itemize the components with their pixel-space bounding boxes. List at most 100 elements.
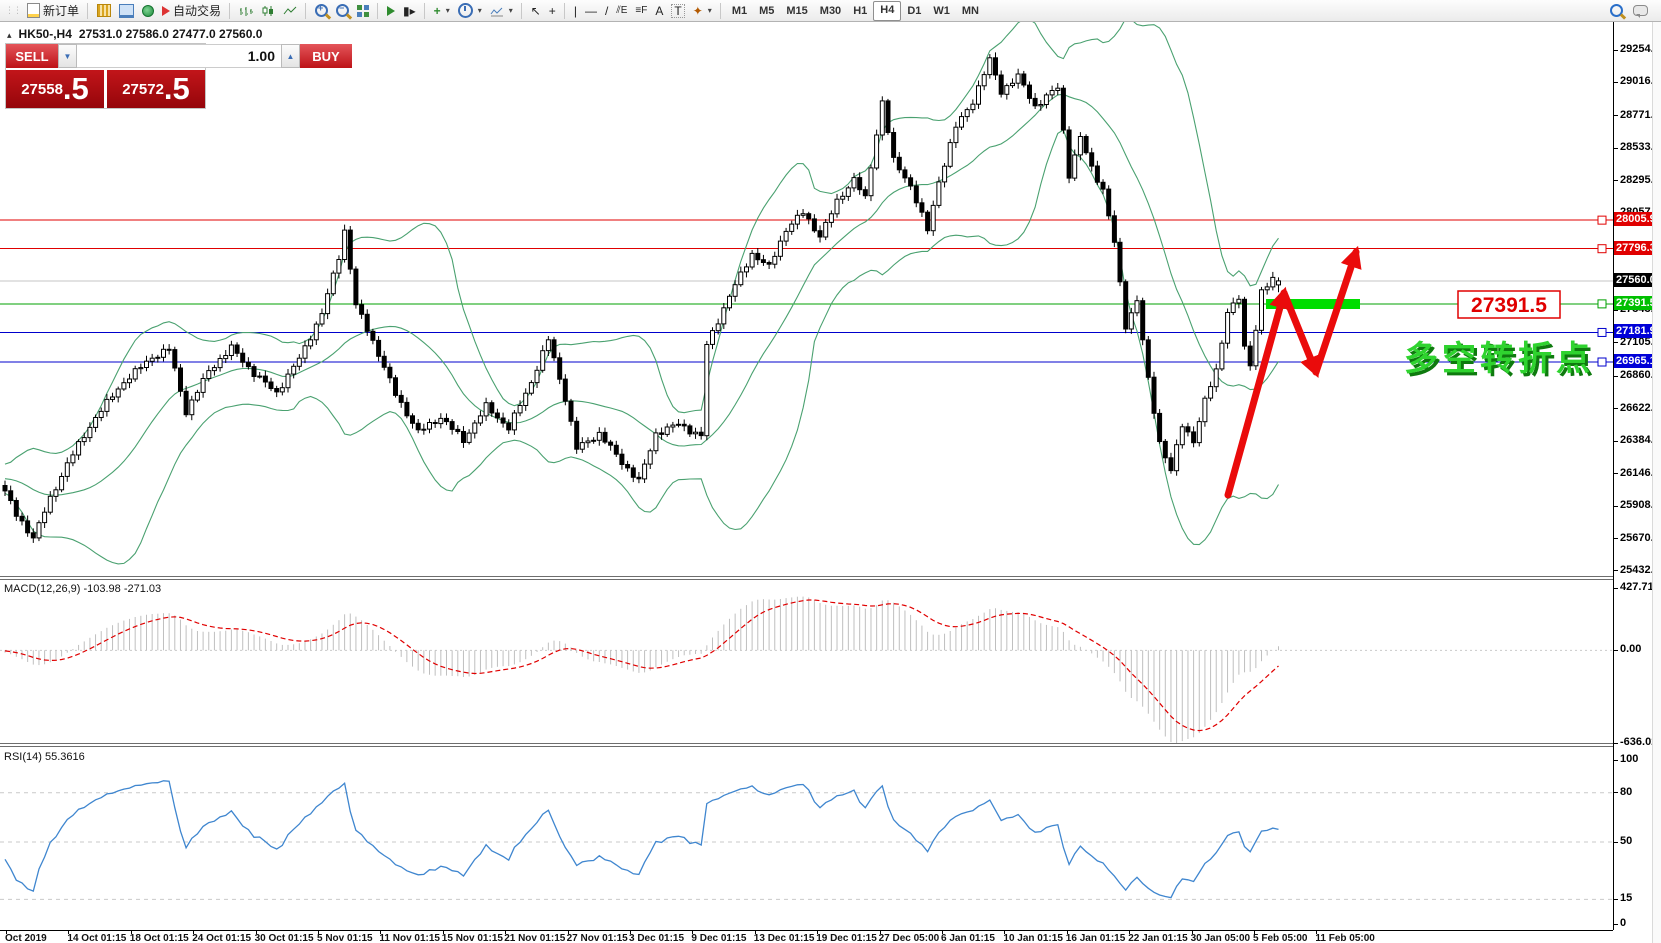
fibonacci-icon: ≡F: [635, 5, 647, 17]
pane-separator[interactable]: [0, 576, 1613, 577]
toolbar-separator: [377, 3, 379, 19]
crosshair-tool-button[interactable]: +: [545, 2, 560, 20]
zoom-in-button[interactable]: +: [311, 2, 332, 20]
indicators-button[interactable]: ▾: [486, 2, 517, 20]
charts-button[interactable]: [93, 2, 115, 20]
axis-tick-mark: [1614, 473, 1618, 474]
profiles-button[interactable]: ▾: [454, 2, 486, 20]
chart-shift-button[interactable]: ▮▸: [399, 2, 420, 20]
line-anchor-handle[interactable]: [1598, 245, 1606, 253]
terminal-button[interactable]: [115, 2, 138, 20]
date-label: 30 Jan 05:00: [1191, 933, 1251, 943]
axis-tick-mark: [1614, 180, 1618, 181]
vertical-line-icon: |: [574, 5, 577, 17]
main-chart-canvas[interactable]: 27391.5多空转折点多空转折点: [0, 22, 1613, 576]
chevron-down-icon: ▾: [446, 6, 450, 15]
timeframe-M15[interactable]: M15: [780, 2, 813, 20]
new-chart-button[interactable]: +▾: [430, 2, 454, 20]
rsi-pane-canvas[interactable]: [0, 748, 1613, 928]
timeframe-H1[interactable]: H1: [847, 2, 873, 20]
cursor-tool-button[interactable]: ↖: [527, 2, 545, 20]
sell-price: 27558: [21, 81, 63, 98]
timeframe-W1[interactable]: W1: [927, 2, 956, 20]
trendline-tool-button[interactable]: /: [601, 2, 612, 20]
trend-zigzag-arrows[interactable]: [1228, 252, 1356, 495]
horizontal-line-tool-button[interactable]: —: [581, 2, 601, 20]
candlestick-icon: [261, 5, 275, 17]
volume-input[interactable]: [77, 44, 281, 68]
channel-tool-button[interactable]: ⫽E: [612, 2, 631, 20]
rsi-label: RSI(14) 55.3616: [4, 751, 85, 763]
macd-pane-canvas[interactable]: [0, 580, 1613, 743]
volume-decrease-button[interactable]: ▼: [58, 44, 77, 68]
bar-chart-mode-button[interactable]: [235, 2, 257, 20]
date-label: 21 Nov 01:15: [504, 933, 565, 943]
timeframe-M30[interactable]: M30: [814, 2, 847, 20]
vertical-line-tool-button[interactable]: |: [570, 2, 581, 20]
axis-tick-mark: [1614, 115, 1618, 116]
date-label: 24 Oct 01:15: [192, 933, 251, 943]
tile-windows-button[interactable]: [353, 2, 373, 20]
new-order-label: 新订单: [43, 2, 79, 19]
axis-tick-mark: [1614, 570, 1618, 571]
date-axis[interactable]: Oct 201914 Oct 01:1518 Oct 01:1524 Oct 0…: [0, 930, 1613, 943]
toolbar-separator: [424, 3, 426, 19]
signals-button[interactable]: [138, 2, 158, 20]
sell-price-fraction: .5: [63, 74, 89, 104]
axis-tick-mark: [1614, 924, 1618, 925]
search-icon[interactable]: [1610, 4, 1623, 17]
chart-title: ▴ HK50-,H4 27531.0 27586.0 27477.0 27560…: [7, 27, 262, 41]
turning-point-label[interactable]: 多空转折点: [1404, 340, 1594, 378]
timeframe-M5[interactable]: M5: [753, 2, 780, 20]
pane-separator[interactable]: [0, 743, 1613, 744]
line-chart-icon: [283, 5, 297, 17]
pane-separator: [0, 746, 1613, 747]
sell-button[interactable]: SELL: [6, 44, 58, 68]
horizontal-level-lines[interactable]: [0, 216, 1613, 366]
line-anchor-handle[interactable]: [1598, 358, 1606, 366]
line-anchor-handle[interactable]: [1598, 216, 1606, 224]
rsi-axis-label: 100: [1620, 753, 1638, 765]
chat-icon[interactable]: [1633, 5, 1648, 16]
text-tool-button[interactable]: A: [651, 2, 667, 20]
zoom-out-button[interactable]: −: [332, 2, 353, 20]
date-label: 22 Jan 01:15: [1128, 933, 1188, 943]
arrows-tool-button[interactable]: ✦▾: [689, 2, 716, 20]
new-order-button[interactable]: 新订单: [23, 2, 83, 20]
line-anchor-handle[interactable]: [1598, 328, 1606, 336]
date-label: Oct 2019: [5, 933, 47, 943]
line-chart-mode-button[interactable]: [279, 2, 301, 20]
axis-tick-mark: [1614, 82, 1618, 83]
charts-icon: [97, 4, 111, 17]
buy-button[interactable]: BUY: [300, 44, 352, 68]
date-label: 10 Jan 01:15: [1003, 933, 1063, 943]
timeframe-H4[interactable]: H4: [873, 1, 901, 21]
axis-tick-mark: [1614, 650, 1618, 651]
date-label: 15 Nov 01:15: [442, 933, 503, 943]
rsi-axis-label: 0: [1620, 917, 1626, 929]
axis-tick-mark: [1614, 899, 1618, 900]
date-label: 11 Feb 05:00: [1315, 933, 1374, 943]
buy-price-box[interactable]: 27572 .5: [107, 70, 205, 108]
candlestick-mode-button[interactable]: [257, 2, 279, 20]
line-anchor-handle[interactable]: [1598, 300, 1606, 308]
chart-window: 27391.5多空转折点多空转折点 ▴ HK50-,H4 27531.0 275…: [0, 22, 1661, 943]
axis-tick-mark: [1614, 408, 1618, 409]
autotrading-button[interactable]: 自动交易: [158, 2, 225, 20]
timeframe-D1[interactable]: D1: [901, 2, 927, 20]
macd-axis-label: 0.00: [1620, 643, 1641, 655]
fibonacci-tool-button[interactable]: ≡F: [631, 2, 651, 20]
auto-scroll-button[interactable]: [383, 2, 399, 20]
date-label: 13 Dec 01:15: [754, 933, 815, 943]
label-tool-button[interactable]: T: [667, 2, 688, 20]
timeframe-M1[interactable]: M1: [726, 2, 753, 20]
toolbar: ⋮⋮ 新订单 自动交易 + − ▮▸ +▾ ▾: [0, 0, 1661, 22]
timeframe-MN[interactable]: MN: [956, 2, 985, 20]
volume-increase-button[interactable]: ▲: [281, 44, 300, 68]
chevron-down-icon: ▾: [509, 6, 513, 15]
rsi-line: [5, 781, 1279, 898]
cursor-icon: ↖: [531, 5, 541, 17]
price-tag-annotation[interactable]: 27391.5: [1458, 291, 1560, 318]
tile-windows-icon: [357, 5, 369, 17]
sell-price-box[interactable]: 27558 .5: [6, 70, 104, 108]
